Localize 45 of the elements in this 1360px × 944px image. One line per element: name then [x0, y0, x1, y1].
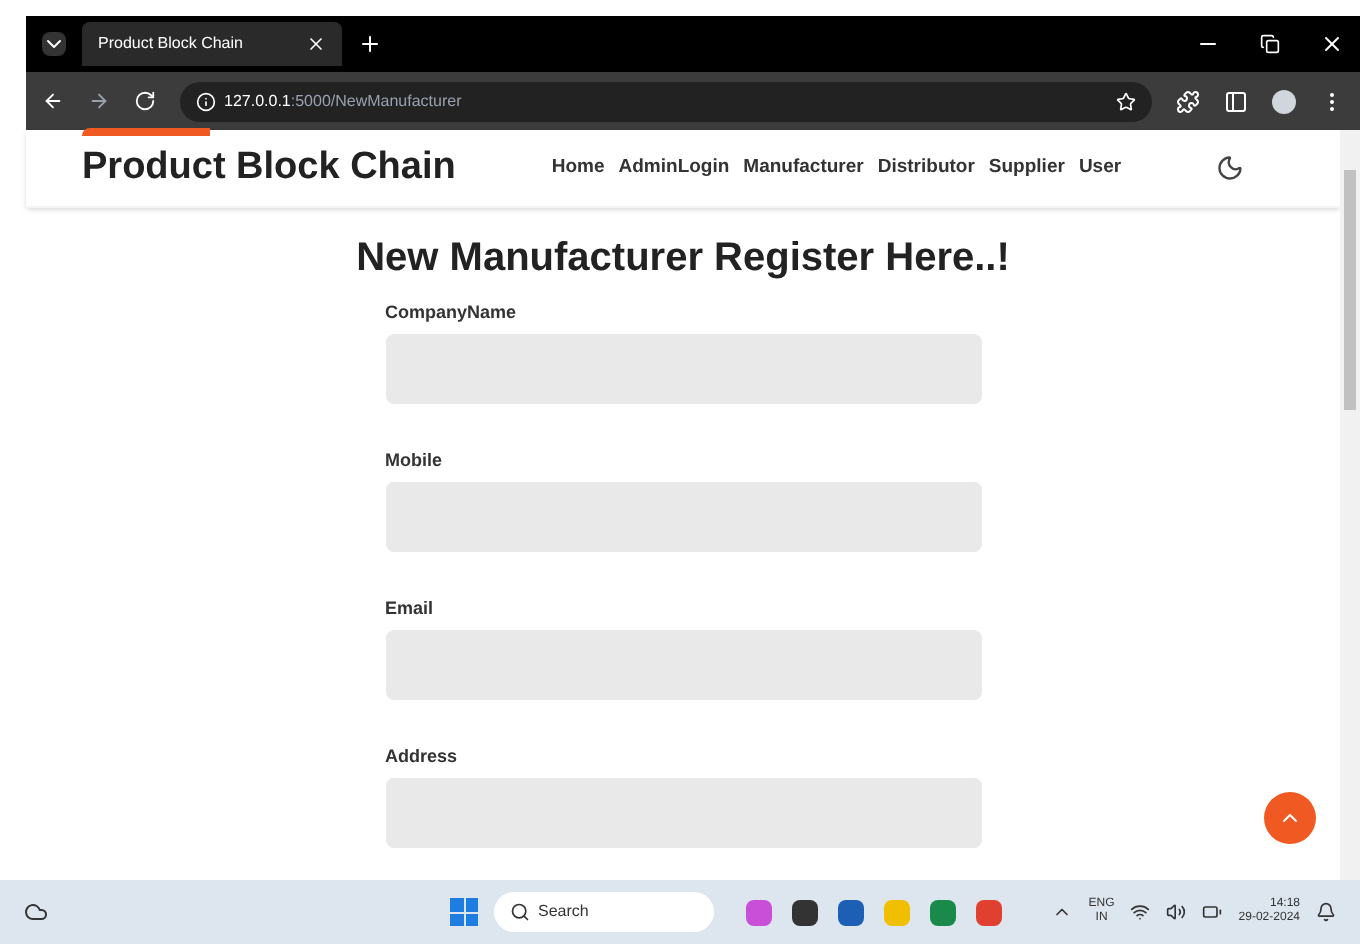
- nav-link[interactable]: AdminLogin: [618, 153, 730, 183]
- restore-icon[interactable]: [1260, 34, 1280, 54]
- form-heading: New Manufacturer Register Here..!: [356, 234, 1010, 284]
- url-text: 127.0.0.1:5000/NewManufacturer: [224, 89, 462, 113]
- close-icon[interactable]: [306, 34, 326, 54]
- brand-underline: [82, 127, 210, 136]
- reload-icon[interactable]: [134, 90, 156, 112]
- nav-link[interactable]: Supplier: [988, 153, 1065, 183]
- forward-icon[interactable]: [88, 90, 110, 112]
- back-icon[interactable]: [42, 90, 64, 112]
- taskbar-search-field[interactable]: Search: [494, 892, 714, 932]
- scrollbar-thumb[interactable]: [1344, 170, 1356, 410]
- close-icon[interactable]: [1320, 32, 1344, 56]
- field-label: Mobile: [385, 448, 444, 474]
- volume-icon[interactable]: [1166, 902, 1187, 922]
- search-placeholder: Search: [538, 900, 589, 924]
- side-panel-icon[interactable]: [1224, 89, 1248, 113]
- notification-icon[interactable]: [1316, 902, 1336, 922]
- profile-avatar[interactable]: [1272, 89, 1296, 113]
- scrollbar[interactable]: [1340, 130, 1360, 880]
- app-icon[interactable]: [792, 899, 818, 925]
- field-label: Email: [385, 596, 436, 622]
- browser-tab[interactable]: Product Block Chain: [82, 22, 342, 66]
- tab-title: Product Block Chain: [98, 32, 245, 56]
- wifi-icon[interactable]: [1130, 902, 1151, 922]
- battery-icon[interactable]: [1202, 902, 1223, 922]
- start-icon[interactable]: [450, 898, 478, 926]
- weather-icon[interactable]: [24, 900, 48, 924]
- nav-link[interactable]: Home: [551, 153, 605, 183]
- nav-link[interactable]: Manufacturer: [743, 153, 864, 183]
- nav-link[interactable]: User: [1078, 153, 1122, 183]
- brand-title: Product Block Chain: [82, 145, 456, 188]
- scroll-top-button[interactable]: [1264, 792, 1316, 844]
- new-tab-icon[interactable]: [358, 32, 382, 56]
- nav-link[interactable]: Distributor: [877, 153, 975, 183]
- extensions-icon[interactable]: [1176, 89, 1200, 113]
- bookmark-star-icon[interactable]: [1116, 91, 1136, 111]
- address-bar[interactable]: 127.0.0.1:5000/NewManufacturer: [180, 81, 1152, 121]
- search-icon: [510, 902, 530, 922]
- field-label: CompanyName: [385, 300, 519, 326]
- tab-menu-icon[interactable]: [42, 32, 66, 56]
- field-label: Address: [385, 744, 460, 770]
- site-info-icon[interactable]: [196, 91, 216, 111]
- theme-toggle-icon[interactable]: [1216, 154, 1244, 182]
- app-icon[interactable]: [838, 899, 864, 925]
